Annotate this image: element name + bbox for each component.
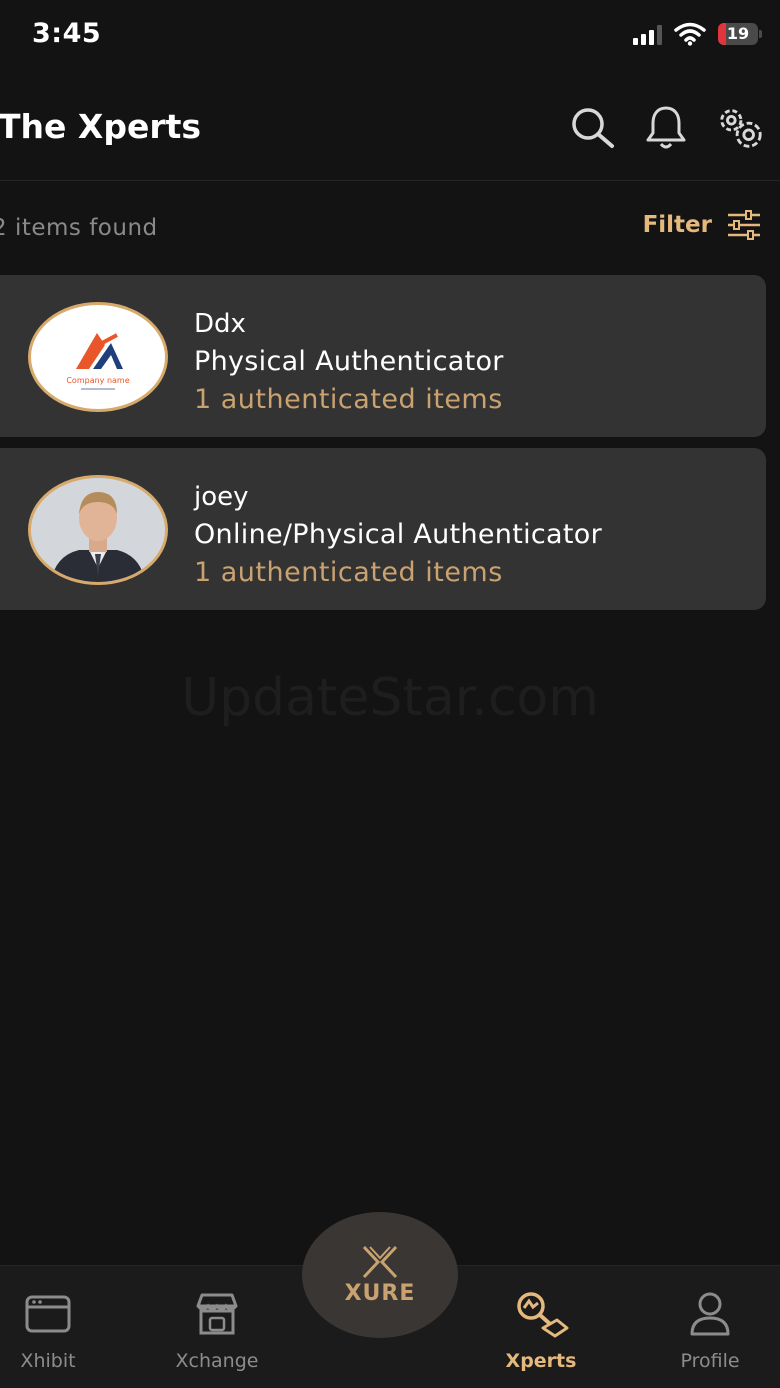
battery-percent: 19 (726, 24, 750, 43)
header-actions (566, 102, 766, 154)
authenticated-count: 1 authenticated items (194, 557, 503, 588)
tab-label: Xperts (505, 1350, 577, 1372)
settings-button[interactable] (714, 102, 766, 154)
page-title: The Xperts (0, 107, 202, 146)
tab-profile[interactable]: Profile (650, 1284, 770, 1372)
status-time: 3:45 (32, 18, 102, 49)
expert-card[interactable]: joey Online/Physical Authenticator 1 aut… (0, 448, 766, 610)
sliders-icon (728, 210, 760, 240)
search-button[interactable] (566, 102, 618, 154)
status-icons: 19 (633, 22, 762, 46)
person-icon (690, 1292, 730, 1336)
battery-icon: 19 (718, 23, 762, 45)
status-bar: 3:45 19 (0, 0, 780, 70)
magnifier-hand-icon (517, 1292, 569, 1338)
tab-xperts[interactable]: Xperts (481, 1284, 601, 1372)
bell-icon (646, 106, 686, 149)
header: The Xperts (0, 90, 780, 181)
filter-button[interactable]: Filter (643, 209, 762, 241)
watermark: UpdateStar.com (181, 668, 599, 728)
expert-name: joey (194, 482, 249, 512)
filter-label: Filter (642, 212, 712, 238)
xure-logo-text: XURE (344, 1280, 416, 1306)
tab-label: Profile (680, 1350, 740, 1372)
xure-home-button[interactable]: XURE (302, 1212, 458, 1338)
search-icon (572, 108, 614, 148)
expert-role: Online/Physical Authenticator (194, 519, 602, 550)
expert-role: Physical Authenticator (194, 346, 504, 377)
storefront-icon (196, 1293, 238, 1335)
company-logo-icon: Company name (66, 333, 130, 390)
expert-card[interactable]: Company name Ddx Physical Authenticator … (0, 275, 766, 437)
wifi-icon (674, 22, 706, 46)
xure-logo-icon (362, 1245, 398, 1278)
tab-label: Xhibit (20, 1350, 76, 1372)
gears-icon (720, 109, 762, 148)
company-logo-text: Company name (66, 376, 129, 385)
authenticated-count: 1 authenticated items (194, 384, 503, 415)
tab-label: Xchange (175, 1350, 259, 1372)
notifications-button[interactable] (640, 102, 692, 154)
tab-xchange[interactable]: Xchange (157, 1284, 277, 1372)
results-row: 2 items found Filter (0, 205, 780, 253)
avatar (28, 475, 168, 585)
expert-name: Ddx (194, 309, 246, 339)
tab-xhibit[interactable]: Xhibit (0, 1284, 108, 1372)
cellular-signal-icon (633, 23, 662, 45)
avatar: Company name (28, 302, 168, 412)
browser-window-icon (25, 1295, 71, 1333)
person-photo-icon (31, 478, 165, 582)
results-count: 2 items found (0, 215, 158, 241)
